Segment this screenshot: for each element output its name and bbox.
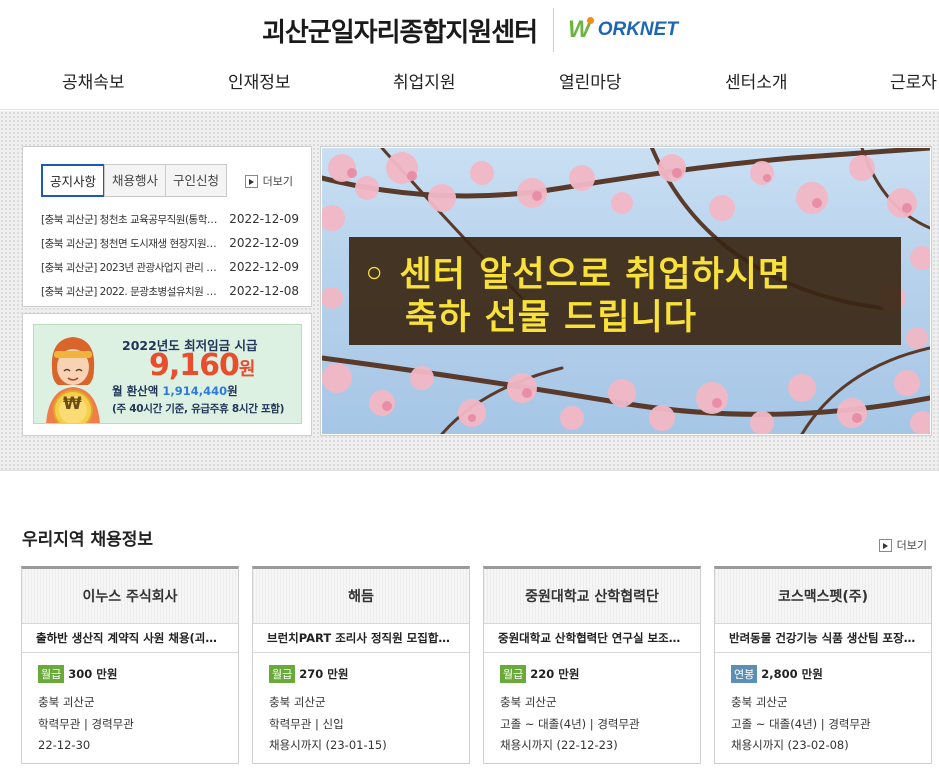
monthly-equivalent-amount: 1,914,440: [162, 384, 228, 398]
notice-item-date: 2022-12-08: [229, 284, 299, 298]
notice-item-title[interactable]: [충북 괴산군] 청천초 교육공무직원(통학…: [41, 212, 223, 227]
tab-notices[interactable]: 공지사항: [41, 164, 106, 197]
notice-list: [충북 괴산군] 청천초 교육공무직원(통학… 2022-12-09 [충북 괴…: [41, 207, 299, 303]
job-location: 충북 괴산군: [731, 695, 788, 709]
wage-amount-value: 9,160: [149, 348, 240, 383]
notice-item-title[interactable]: [충북 괴산군] 청천면 도시재생 현장지원…: [41, 236, 223, 251]
logo-area[interactable]: 괴산군일자리종합지원센터 W ORKNET: [262, 6, 678, 54]
notice-more-label: 더보기: [262, 175, 293, 188]
job-post-title[interactable]: 브런치PART 조리사 정직원 모집합…: [253, 624, 469, 653]
pay-type-badge: 연봉: [731, 665, 758, 683]
notice-item[interactable]: [충북 괴산군] 2022. 문광초병설유치원 거… 2022-12-08: [41, 279, 299, 303]
notice-more-link[interactable]: 더보기: [244, 173, 293, 189]
job-card-body: 연봉 2,800 만원 충북 괴산군 고졸 ~ 대졸(4년) | 경력무관 채용시…: [715, 653, 931, 757]
more-arrow-icon: [244, 174, 258, 188]
jobs-more-link[interactable]: 더보기: [878, 537, 927, 553]
notice-panel: 공지사항 채용행사 구인신청 더보기 [충북 괴산군] 청천초 교육공무직원(통…: [22, 146, 312, 307]
jobs-section-title: 우리지역 채용정보: [22, 530, 154, 550]
job-pay: 월급 220 만원: [500, 664, 684, 684]
wage-amount: 9,160원: [149, 348, 256, 383]
worknet-logo-dot: [586, 16, 594, 24]
job-card-header: 이누스 주식회사: [22, 569, 238, 624]
pay-type-badge: 월급: [38, 665, 65, 683]
job-post-title[interactable]: 반려동물 건강기능 식품 생산팀 포장 …: [715, 624, 931, 653]
pay-type-badge: 월급: [269, 665, 296, 683]
job-post-title[interactable]: 출하반 생산직 계약직 사원 채용(괴산…: [22, 624, 238, 653]
job-requirements: 고졸 ~ 대졸(4년) | 경력무관: [731, 716, 871, 731]
site-title[interactable]: 괴산군일자리종합지원센터: [262, 12, 538, 49]
banner-subline: 축하 선물 드립니다: [405, 298, 697, 338]
job-card-header: 해듬: [253, 569, 469, 624]
banner-caption: ◦ 센터 알선으로 취업하시면 축하 선물 드립니다: [349, 237, 901, 345]
cherry-blossom-photo: ◦ 센터 알선으로 취업하시면 축하 선물 드립니다: [322, 148, 930, 434]
job-card-body: 월급 270 만원 충북 괴산군 학력무관 | 신입 채용시까지 (23-01-1…: [253, 653, 469, 757]
notice-item[interactable]: [충북 괴산군] 2023년 관광사업지 관리 사… 2022-12-09: [41, 255, 299, 279]
pay-amount: 300 만원: [68, 667, 118, 681]
job-company-name[interactable]: 코스맥스펫(주): [778, 586, 868, 606]
notice-item[interactable]: [충북 괴산군] 청천초 교육공무직원(통학… 2022-12-09: [41, 207, 299, 231]
notice-item-date: 2022-12-09: [229, 260, 299, 274]
minimum-wage-panel: ₩ 2022년도 최저임금 시급 9,160원 월 환산액 1,914,440원…: [22, 313, 312, 436]
job-requirements: 학력무관 | 신입: [269, 716, 344, 731]
nav-item-talent-info[interactable]: 인재정보: [228, 68, 291, 93]
job-pay: 월급 300 만원: [38, 664, 222, 684]
worknet-logo[interactable]: W ORKNET: [568, 16, 678, 44]
monthly-equivalent-label: 월 환산액: [112, 384, 163, 398]
logo-divider: [553, 8, 555, 52]
job-requirements: 학력무관 | 경력무관: [38, 716, 134, 731]
notice-item-title[interactable]: [충북 괴산군] 2023년 관광사업지 관리 사…: [41, 260, 223, 275]
monthly-equivalent: 월 환산액 1,914,440원: [112, 383, 238, 399]
job-post-title[interactable]: 중원대학교 산학협력단 연구실 보조…: [484, 624, 700, 653]
won-coin-icon: ₩: [63, 394, 82, 414]
wage-footnote: (주 40시간 기준, 유급주휴 8시간 포함): [112, 403, 285, 415]
notice-item-date: 2022-12-09: [229, 236, 299, 250]
job-card[interactable]: 해듬 브런치PART 조리사 정직원 모집합… 월급 270 만원 충북 괴산군 …: [252, 566, 470, 764]
job-company-name[interactable]: 이누스 주식회사: [82, 586, 177, 606]
tab-job-request[interactable]: 구인신청: [165, 164, 228, 197]
pay-amount: 270 만원: [299, 667, 349, 681]
job-card[interactable]: 코스맥스펫(주) 반려동물 건강기능 식품 생산팀 포장 … 연봉 2,800 만…: [714, 566, 932, 764]
job-pay: 월급 270 만원: [269, 664, 453, 684]
job-company-name[interactable]: 중원대학교 산학협력단: [525, 586, 659, 606]
job-card-body: 월급 220 만원 충북 괴산군 고졸 ~ 대졸(4년) | 경력무관 채용시까지…: [484, 653, 700, 757]
minimum-wage-banner[interactable]: ₩ 2022년도 최저임금 시급 9,160원 월 환산액 1,914,440원…: [33, 324, 302, 424]
nav-item-job-support[interactable]: 취업지원: [393, 68, 456, 93]
job-requirements: 고졸 ~ 대졸(4년) | 경력무관: [500, 716, 640, 731]
notice-item-title[interactable]: [충북 괴산군] 2022. 문광초병설유치원 거…: [41, 284, 223, 299]
job-deadline: 22-12-30: [38, 738, 91, 752]
job-card[interactable]: 중원대학교 산학협력단 중원대학교 산학협력단 연구실 보조… 월급 220 만원…: [483, 566, 701, 764]
job-company-name[interactable]: 해듬: [348, 586, 374, 606]
more-arrow-icon: [878, 538, 892, 552]
nav-item-workers[interactable]: 근로자: [890, 68, 937, 93]
job-deadline: 채용시까지 (22-12-23): [500, 738, 618, 752]
job-deadline: 채용시까지 (23-01-15): [269, 738, 387, 752]
nav-item-open-forum[interactable]: 열린마당: [559, 68, 622, 93]
job-card-body: 월급 300 만원 충북 괴산군 학력무관 | 경력무관 22-12-30: [22, 653, 238, 757]
nav-item-center-intro[interactable]: 센터소개: [725, 68, 788, 93]
tab-hiring-events[interactable]: 채용행사: [104, 164, 167, 197]
site-header: 괴산군일자리종합지원센터 W ORKNET 공채속보 인재정보 취업지원 열린마당…: [0, 0, 939, 110]
notice-item-date: 2022-12-09: [229, 212, 299, 226]
worknet-logo-text: ORKNET: [597, 19, 678, 40]
job-card-header: 코스맥스펫(주): [715, 569, 931, 624]
pay-type-badge: 월급: [500, 665, 527, 683]
nav-item-recruit-news[interactable]: 공채속보: [62, 68, 125, 93]
job-pay: 연봉 2,800 만원: [731, 664, 915, 684]
job-location: 충북 괴산군: [500, 695, 557, 709]
pay-amount: 220 만원: [530, 667, 580, 681]
job-location: 충북 괴산군: [38, 695, 95, 709]
main-nav: 공채속보 인재정보 취업지원 열린마당 센터소개 근로자: [0, 62, 939, 98]
notice-item[interactable]: [충북 괴산군] 청천면 도시재생 현장지원… 2022-12-09: [41, 231, 299, 255]
notice-tabs: 공지사항 채용행사 구인신청: [41, 164, 228, 197]
wage-amount-unit: 원: [238, 359, 256, 380]
job-deadline: 채용시까지 (23-02-08): [731, 738, 849, 752]
pay-amount: 2,800 만원: [761, 667, 823, 681]
main-promo-banner[interactable]: ◦ 센터 알선으로 취업하시면 축하 선물 드립니다: [320, 146, 932, 436]
job-location: 충북 괴산군: [269, 695, 326, 709]
job-card[interactable]: 이누스 주식회사 출하반 생산직 계약직 사원 채용(괴산… 월급 300 만원 …: [21, 566, 239, 764]
job-card-header: 중원대학교 산학협력단: [484, 569, 700, 624]
jobs-more-label: 더보기: [896, 539, 927, 552]
monthly-equivalent-unit: 원: [227, 384, 238, 398]
